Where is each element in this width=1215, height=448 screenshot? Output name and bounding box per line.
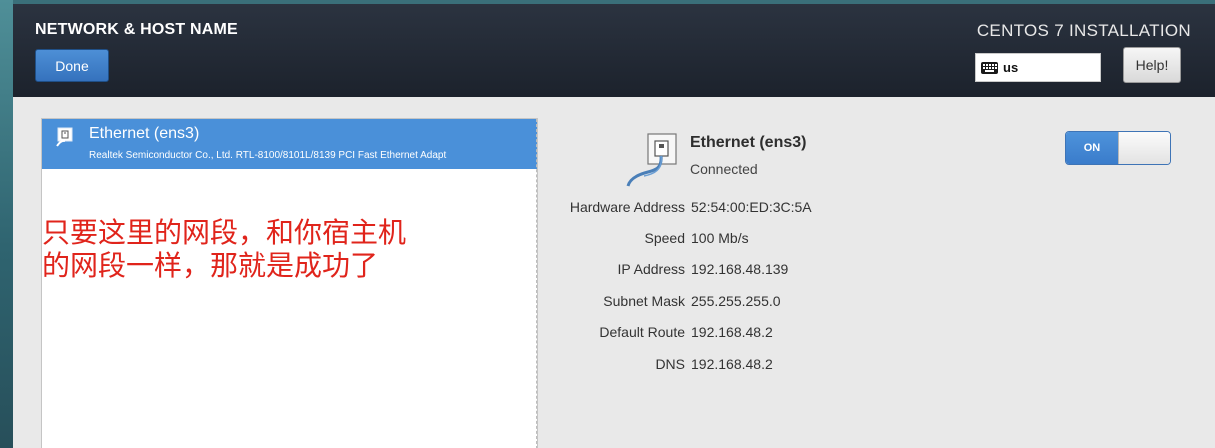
property-value: 255.255.255.0 [691,293,781,309]
done-button[interactable]: Done [35,49,109,82]
keyboard-icon [981,61,998,74]
property-value: 192.168.48.2 [691,356,773,372]
keyboard-layout-label: us [1003,60,1019,75]
property-label: DNS [655,356,685,372]
device-toggle-switch[interactable]: ON [1065,131,1171,165]
property-label: Subnet Mask [603,293,685,309]
toggle-knob [1118,132,1170,164]
property-label: IP Address [617,261,685,277]
property-row: Hardware Address 52:54:00:ED:3C:5A [543,199,943,219]
keyboard-layout-indicator[interactable]: us [975,53,1101,82]
property-row: Speed 100 Mb/s [543,230,943,250]
property-value: 192.168.48.139 [691,261,789,277]
device-list-item-name: Ethernet (ens3) [89,125,200,142]
property-label: Speed [644,230,685,246]
property-row: DNS 192.168.48.2 [543,356,943,376]
installer-title: CENTOS 7 INSTALLATION [976,21,1191,40]
header-bar: NETWORK & HOST NAME Done CENTOS 7 INSTAL… [13,4,1215,97]
property-label: Hardware Address [569,199,685,215]
page-title: NETWORK & HOST NAME [35,21,238,38]
device-list: Ethernet (ens3) Realtek Semiconductor Co… [41,118,538,448]
property-value: 100 Mb/s [691,230,749,246]
connection-status: Connected [690,161,758,177]
installer-window: NETWORK & HOST NAME Done CENTOS 7 INSTAL… [13,4,1215,448]
device-title: Ethernet (ens3) [690,134,807,151]
property-row: IP Address 192.168.48.139 [543,261,943,281]
help-button[interactable]: Help! [1123,47,1181,83]
device-list-item-description: Realtek Semiconductor Co., Ltd. RTL-8100… [89,150,447,161]
annotation-line-1: 只要这里的网段，和你宿主机 [42,216,407,249]
property-row: Default Route 192.168.48.2 [543,324,943,344]
property-value: 192.168.48.2 [691,324,773,340]
toggle-on-label: ON [1066,132,1118,164]
annotation-line-2: 的网段一样，那就是成功了 [42,249,379,282]
property-row: Subnet Mask 255.255.255.0 [543,293,943,313]
ethernet-icon [56,127,73,147]
annotation-note: 只要这里的网段，和你宿主机 的网段一样，那就是成功了 [42,216,406,282]
ethernet-icon [626,133,677,187]
desktop-background [0,0,13,448]
device-list-item[interactable]: Ethernet (ens3) Realtek Semiconductor Co… [42,119,537,169]
property-label: Default Route [599,324,685,340]
property-value: 52:54:00:ED:3C:5A [691,199,812,215]
